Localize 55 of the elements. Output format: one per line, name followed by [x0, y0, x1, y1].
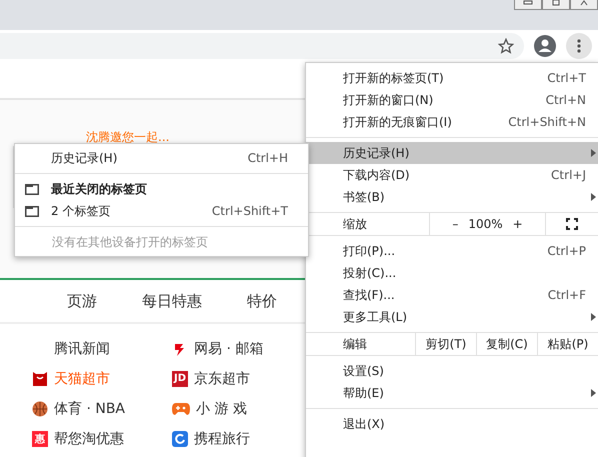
site-link[interactable]: 京东超市 — [194, 370, 250, 388]
menu-item[interactable]: 打开新的无痕窗口(I) Ctrl+Shift+N — [306, 111, 598, 133]
site-link[interactable]: 腾讯新闻 — [54, 340, 110, 358]
zoom-label: 缩放 — [343, 216, 367, 232]
minimize-button[interactable] — [514, 0, 542, 10]
menu-item[interactable]: 设置(S) — [306, 360, 598, 382]
edit-button[interactable]: 剪切(T) — [426, 336, 466, 352]
site-link[interactable]: 帮您淘优惠 — [54, 430, 124, 448]
menu-item[interactable]: 2 个标签页 Ctrl+Shift+T — [15, 200, 308, 222]
basketball-icon — [32, 400, 48, 416]
menu-item[interactable]: 更多工具(L) — [306, 306, 598, 328]
close-button[interactable] — [570, 0, 598, 10]
menu-item[interactable]: 打开新的窗口(N) Ctrl+N — [306, 89, 598, 111]
site-link[interactable]: 小 游 戏 — [196, 400, 247, 418]
avatar-icon — [534, 35, 556, 57]
tab-icon — [25, 184, 39, 194]
gamepad-icon — [172, 402, 190, 416]
zoom-in-button[interactable]: + — [504, 217, 531, 231]
refresh-logo-icon — [172, 430, 188, 446]
site-link[interactable]: 网易 · 邮箱 — [194, 340, 264, 358]
menu-item[interactable]: 打开新的标签页(T) Ctrl+T — [306, 67, 598, 89]
cat-head-icon — [32, 370, 48, 386]
menu-item[interactable]: 最近关闭的标签页 — [15, 178, 308, 200]
restore-icon — [551, 0, 561, 6]
star-icon[interactable] — [498, 38, 514, 54]
menu-item[interactable]: 退出(X) — [306, 413, 598, 435]
logo-icon: JD — [172, 370, 188, 386]
menu-item[interactable]: 投射(C)... — [306, 262, 598, 284]
menu-item[interactable]: 书签(B) — [306, 186, 598, 208]
edit-button[interactable]: 粘贴(P) — [548, 336, 588, 352]
logo-icon: 惠 — [32, 430, 48, 446]
menu-item[interactable]: 历史记录(H) Ctrl+H — [15, 147, 308, 169]
empty-note: 没有在其他设备打开的标签页 — [51, 234, 209, 251]
menu-item[interactable]: 帮助(E) — [306, 382, 598, 404]
menu-item[interactable]: 打印(P)... Ctrl+P — [306, 240, 598, 262]
site-link[interactable]: 体育 · NBA — [54, 400, 126, 418]
zoom-out-button[interactable]: – — [444, 217, 466, 231]
menu-item[interactable]: 下载内容(D) Ctrl+J — [306, 164, 598, 186]
site-link[interactable]: 携程旅行 — [194, 430, 250, 448]
nav-tab[interactable]: 页游 — [67, 292, 97, 310]
menu-button[interactable] — [566, 33, 592, 59]
profile-button[interactable] — [532, 33, 558, 59]
minimize-icon — [523, 0, 533, 6]
zoom-value: 100% — [468, 217, 503, 231]
edit-label: 编辑 — [343, 336, 367, 352]
menu-item[interactable]: 查找(F)... Ctrl+F — [306, 284, 598, 306]
tab-icon — [25, 206, 39, 216]
close-icon — [579, 0, 589, 6]
restore-button[interactable] — [542, 0, 570, 10]
menu-item[interactable]: 历史记录(H) — [306, 142, 598, 164]
menu-icon — [577, 39, 581, 53]
nav-tab[interactable]: 特价 — [247, 292, 277, 310]
nav-tab[interactable]: 每日特惠 — [142, 292, 202, 310]
edit-button[interactable]: 复制(C) — [486, 336, 528, 352]
fullscreen-icon[interactable] — [566, 218, 578, 230]
